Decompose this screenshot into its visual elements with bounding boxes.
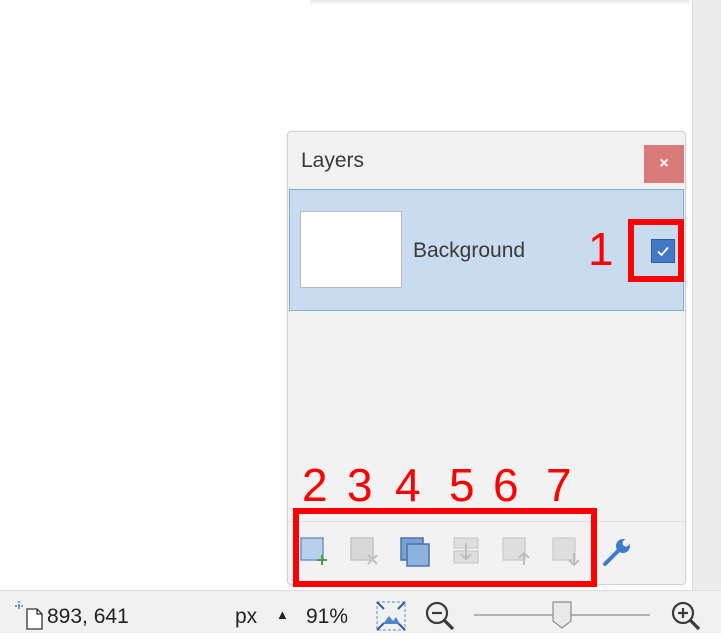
zoom-to-window-icon[interactable] — [375, 600, 407, 632]
layer-thumbnail — [300, 211, 402, 288]
layer-row-background[interactable]: Background — [289, 189, 684, 311]
annotation-label-2: 2 — [302, 459, 328, 511]
close-button[interactable]: × — [644, 145, 684, 183]
zoom-slider-thumb[interactable] — [551, 601, 573, 629]
units-label[interactable]: px — [235, 605, 257, 629]
annotation-label-6: 6 — [493, 459, 519, 511]
zoom-out-icon[interactable] — [424, 600, 456, 632]
image-size-icon — [14, 600, 44, 630]
window-shadow — [310, 0, 690, 6]
annotation-label-5: 5 — [449, 459, 475, 511]
annotation-label-4: 4 — [395, 459, 421, 511]
zoom-level[interactable]: 91% — [306, 605, 348, 629]
layer-properties-icon[interactable] — [600, 535, 632, 567]
annotation-label-7: 7 — [546, 459, 572, 511]
annotation-label-1: 1 — [588, 223, 614, 275]
canvas-scroll-area[interactable] — [692, 0, 721, 590]
zoom-in-icon[interactable] — [670, 600, 702, 632]
annotation-label-3: 3 — [347, 459, 373, 511]
annotation-box-toolbar — [293, 508, 597, 587]
image-size-readout: 893, 641 — [47, 605, 129, 628]
annotation-box-1 — [628, 219, 684, 282]
panel-title: Layers — [301, 149, 365, 172]
layer-name: Background — [413, 239, 526, 262]
units-dropdown-arrow-icon[interactable]: ▲ — [276, 607, 289, 622]
